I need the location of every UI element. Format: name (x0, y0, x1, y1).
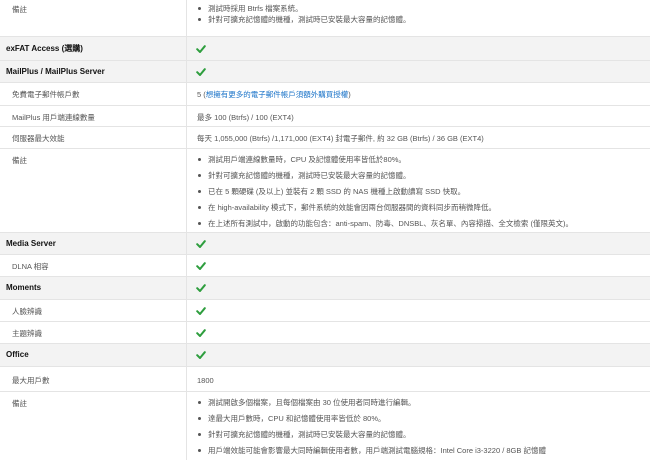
spec-row-notes-office: 備註 測試開啟多個檔案，且每個檔案由 30 位使用者同時進行編輯。 達最大用戶數… (0, 392, 650, 460)
spec-row-max-users: 最大用戶數 1800 (0, 367, 650, 392)
row-value: 每天 1,055,000 (Btrfs) /1,171,000 (EXT4) 封… (197, 134, 484, 143)
spec-row-server-performance: 伺服器最大效能 每天 1,055,000 (Btrfs) /1,171,000 … (0, 127, 650, 149)
row-label: exFAT Access (選購) (6, 44, 83, 53)
list-item: 達最大用戶數時，CPU 和記憶體使用率皆低於 80%。 (197, 413, 546, 424)
list-item: 測試開啟多個檔案，且每個檔案由 30 位使用者同時進行編輯。 (197, 397, 546, 408)
row-label: 免費電子郵件帳戶數 (12, 90, 80, 99)
row-value: 1800 (197, 376, 214, 385)
row-label: 最大用戶數 (12, 376, 50, 385)
spec-row-face-recognition: 人臉辨識 (0, 300, 650, 322)
list-item: 在 high-availability 模式下，郵件系統的效能會因兩台伺服器間的… (197, 202, 573, 213)
list-item: 針對可擴充記憶體的機種，測試時已安裝最大容量的記憶體。 (197, 14, 411, 25)
row-label: 伺服器最大效能 (12, 134, 65, 143)
row-label: 備註 (12, 5, 27, 14)
row-value: 5 (想擁有更多的電子郵件帳戶須額外購買授權) (197, 90, 351, 99)
list-item: 用戶端效能可能會影響最大同時編輯使用者數，用戶端測試電腦規格：Intel Cor… (197, 445, 546, 456)
list-item: 已在 5 顆硬碟 (及以上) 並裝有 2 顆 SSD 的 NAS 機種上啟動讀寫… (197, 186, 573, 197)
spec-row-media-server: Media Server (0, 233, 650, 255)
row-label: 主題辨識 (12, 329, 42, 338)
checkmark-icon (196, 284, 206, 292)
spec-row-dlna: DLNA 相容 (0, 255, 650, 277)
checkmark-icon (196, 44, 206, 53)
checkmark-icon (196, 261, 206, 270)
row-label: 備註 (12, 399, 27, 408)
row-label: MailPlus / MailPlus Server (6, 67, 105, 76)
spec-row-exfat: exFAT Access (選購) (0, 37, 650, 61)
spec-row-client-connections: MailPlus 用戶端連線數量 最多 100 (Btrfs) / 100 (E… (0, 106, 650, 127)
row-label: Office (6, 350, 29, 359)
list-item: 針對可擴充記憶體的機種，測試時已安裝最大容量的記憶體。 (197, 429, 546, 440)
list-item: 在上述所有測試中，啟動的功能包含：anti-spam、防毒、DNSBL、灰名單、… (197, 218, 573, 229)
row-label: 人臉辨識 (12, 307, 42, 316)
spec-row-free-accounts: 免費電子郵件帳戶數 5 (想擁有更多的電子郵件帳戶須額外購買授權) (0, 83, 650, 106)
notes-list: 測試開啟多個檔案，且每個檔案由 30 位使用者同時進行編輯。 達最大用戶數時，C… (197, 397, 546, 456)
checkmark-icon (196, 67, 206, 76)
row-value: 最多 100 (Btrfs) / 100 (EXT4) (197, 113, 294, 122)
notes-list: 測試用戶端連線數量時，CPU 及記憶體使用率皆低於80%。 針對可擴充記憶體的機… (197, 154, 573, 229)
row-label: Moments (6, 283, 42, 292)
license-link[interactable]: 想擁有更多的電子郵件帳戶須額外購買授權 (206, 90, 349, 99)
spec-row-subject-recognition: 主題辨識 (0, 322, 650, 344)
spec-row-notes-mailplus: 備註 測試用戶端連線數量時，CPU 及記憶體使用率皆低於80%。 針對可擴充記憶… (0, 149, 650, 233)
row-label: Media Server (6, 239, 56, 248)
checkmark-icon (196, 306, 206, 315)
list-item: 針對可擴充記憶體的機種，測試時已安裝最大容量的記憶體。 (197, 170, 573, 181)
list-item: 測試用戶端連線數量時，CPU 及記憶體使用率皆低於80%。 (197, 154, 573, 165)
spec-row-moments: Moments (0, 277, 650, 300)
row-label: DLNA 相容 (12, 262, 49, 271)
notes-list: 測試時採用 Btrfs 檔案系統。 針對可擴充記憶體的機種，測試時已安裝最大容量… (197, 3, 411, 25)
row-label: MailPlus 用戶端連線數量 (12, 113, 95, 122)
spec-row-office: Office (0, 344, 650, 367)
list-item: 測試時採用 Btrfs 檔案系統。 (197, 3, 411, 14)
checkmark-icon (196, 351, 206, 359)
checkmark-icon (196, 328, 206, 337)
spec-row-notes-btrfs: 備註 測試時採用 Btrfs 檔案系統。 針對可擴充記憶體的機種，測試時已安裝最… (0, 0, 650, 37)
row-label: 備註 (12, 156, 27, 165)
spec-row-mailplus: MailPlus / MailPlus Server (0, 61, 650, 83)
checkmark-icon (196, 239, 206, 248)
